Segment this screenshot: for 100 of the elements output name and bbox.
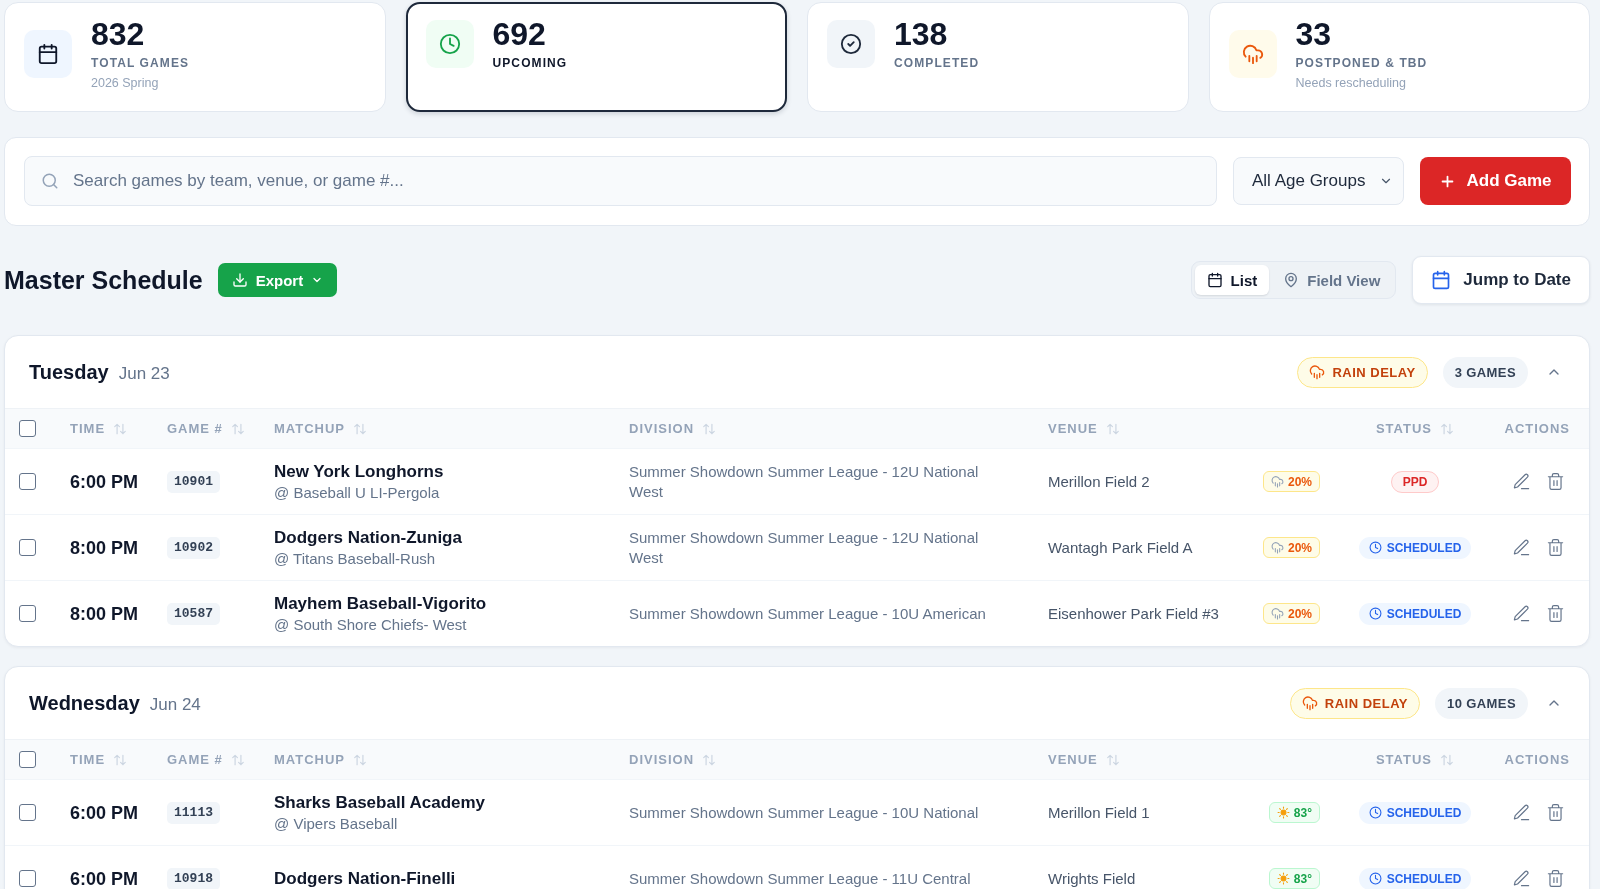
game-count-badge: 10 GAMES	[1435, 687, 1528, 719]
trash-icon[interactable]	[1546, 803, 1565, 822]
map-pin-icon	[1283, 272, 1300, 288]
column-header[interactable]: MATCHUP	[274, 752, 368, 767]
row-checkbox[interactable]	[19, 539, 36, 556]
game-time: 8:00 PM	[70, 537, 139, 558]
column-header[interactable]: VENUE	[1048, 752, 1120, 767]
game-number-badge: 10587	[167, 602, 220, 625]
cloud-rain-icon	[1228, 30, 1277, 78]
home-team: Dodgers Nation-Zuniga	[274, 526, 462, 548]
stat-card[interactable]: 33 POSTPONED & TBD Needs rescheduling	[1208, 2, 1590, 112]
page-title: Master Schedule	[4, 265, 203, 295]
away-team: @ Titans Baseball-Rush	[274, 548, 436, 569]
cloud-rain-icon	[1309, 364, 1326, 380]
game-number-badge: 10918	[167, 867, 220, 889]
column-header[interactable]: GAME #	[167, 421, 245, 436]
weather-reading: 20%	[1287, 474, 1312, 489]
pencil-icon[interactable]	[1512, 604, 1531, 623]
weather-reading: 83°	[1293, 805, 1312, 820]
trash-icon[interactable]	[1546, 604, 1565, 623]
away-team: @ South Shore Chiefs- West	[274, 614, 467, 635]
column-header[interactable]: TIME	[70, 752, 128, 767]
add-game-button[interactable]: Add Game	[1420, 157, 1571, 205]
stat-label: POSTPONED & TBD	[1295, 55, 1428, 71]
stat-value: 33	[1295, 17, 1332, 51]
pencil-icon[interactable]	[1512, 472, 1531, 491]
column-header[interactable]: VENUE	[1048, 421, 1120, 436]
trash-icon[interactable]	[1546, 869, 1565, 888]
game-time: 6:00 PM	[70, 471, 139, 492]
game-number-badge: 10902	[167, 536, 220, 559]
stat-label: COMPLETED	[894, 55, 980, 71]
stat-label: TOTAL GAMES	[91, 55, 190, 71]
view-tab[interactable]: Field View	[1271, 265, 1393, 295]
home-team: Sharks Baseball Academy	[274, 791, 486, 813]
status-label: SCHEDULED	[1386, 606, 1462, 621]
column-header[interactable]: STATUS	[1375, 752, 1455, 767]
stat-subtitle: Needs rescheduling	[1295, 75, 1406, 91]
column-header[interactable]: TIME	[70, 421, 128, 436]
column-header[interactable]: STATUS	[1375, 421, 1455, 436]
select-all-checkbox[interactable]	[19, 751, 36, 768]
row-checkbox[interactable]	[19, 473, 36, 490]
age-group-dropdown[interactable]: All Age Groups	[1233, 157, 1404, 205]
jump-to-date-button[interactable]: Jump to Date	[1412, 256, 1590, 304]
view-tab[interactable]: List	[1194, 265, 1270, 295]
column-header[interactable]: DIVISION	[629, 421, 717, 436]
day-date: Jun 24	[149, 694, 201, 715]
stat-label: UPCOMING	[492, 55, 568, 71]
pencil-icon[interactable]	[1512, 869, 1531, 888]
cloud-rain-icon	[1270, 541, 1284, 554]
division-text: Summer Showdown Summer League - 11U Central	[629, 868, 971, 889]
column-header[interactable]: GAME #	[167, 752, 245, 767]
day-date: Jun 23	[118, 363, 170, 384]
venue-name: Merillon Field 2	[1048, 471, 1150, 492]
division-text: Summer Showdown Summer League - 10U American	[629, 603, 986, 624]
sun-icon	[1276, 806, 1290, 819]
game-time: 6:00 PM	[70, 868, 139, 889]
venue-name: Wantagh Park Field A	[1048, 537, 1193, 558]
trash-icon[interactable]	[1546, 472, 1565, 491]
column-header[interactable]: DIVISION	[629, 752, 717, 767]
game-time: 6:00 PM	[70, 802, 139, 823]
rain-delay-label: RAIN DELAY	[1324, 695, 1409, 711]
calendar-icon	[1206, 272, 1223, 288]
division-text: Summer Showdown Summer League - 12U National West	[629, 527, 980, 568]
sun-icon	[1276, 872, 1290, 885]
game-time: 8:00 PM	[70, 603, 139, 624]
home-team: Dodgers Nation-Finelli	[274, 868, 456, 889]
row-checkbox[interactable]	[19, 870, 36, 887]
search-field[interactable]: Search games by team, venue, or game #...	[24, 156, 1217, 206]
calendar-icon	[1431, 270, 1452, 290]
clock-icon	[1368, 872, 1382, 885]
pencil-icon[interactable]	[1512, 538, 1531, 557]
stat-card[interactable]: 692 UPCOMING	[405, 2, 787, 112]
row-checkbox[interactable]	[19, 605, 36, 622]
home-team: New York Longhorns	[274, 460, 444, 482]
home-team: Mayhem Baseball-Vigorito	[274, 592, 487, 614]
stat-value: 832	[91, 17, 145, 51]
day-title: Tuesday	[29, 360, 109, 384]
weather-reading: 83°	[1293, 871, 1312, 886]
stat-subtitle: 2026 Spring	[91, 75, 159, 91]
export-button[interactable]: Export	[217, 263, 338, 297]
cloud-rain-icon	[1270, 607, 1284, 620]
stat-card[interactable]: 138 COMPLETED	[807, 2, 1189, 112]
column-header: ACTIONS	[1504, 752, 1570, 767]
column-header[interactable]: MATCHUP	[274, 421, 368, 436]
pencil-icon[interactable]	[1512, 803, 1531, 822]
clock-icon	[425, 20, 474, 68]
trash-icon[interactable]	[1546, 538, 1565, 557]
clock-icon	[1368, 806, 1382, 819]
clock-icon	[1368, 541, 1382, 554]
row-checkbox[interactable]	[19, 804, 36, 821]
calendar-icon	[24, 30, 72, 78]
game-number-badge: 11113	[167, 801, 220, 824]
status-label: SCHEDULED	[1386, 805, 1462, 820]
game-count-badge: 3 GAMES	[1442, 356, 1528, 388]
select-all-checkbox[interactable]	[19, 420, 36, 437]
weather-reading: 20%	[1287, 540, 1312, 555]
stat-card[interactable]: 832 TOTAL GAMES 2026 Spring	[4, 2, 386, 112]
status-label: SCHEDULED	[1386, 540, 1462, 555]
stat-value: 692	[492, 17, 546, 51]
download-icon	[231, 272, 248, 288]
